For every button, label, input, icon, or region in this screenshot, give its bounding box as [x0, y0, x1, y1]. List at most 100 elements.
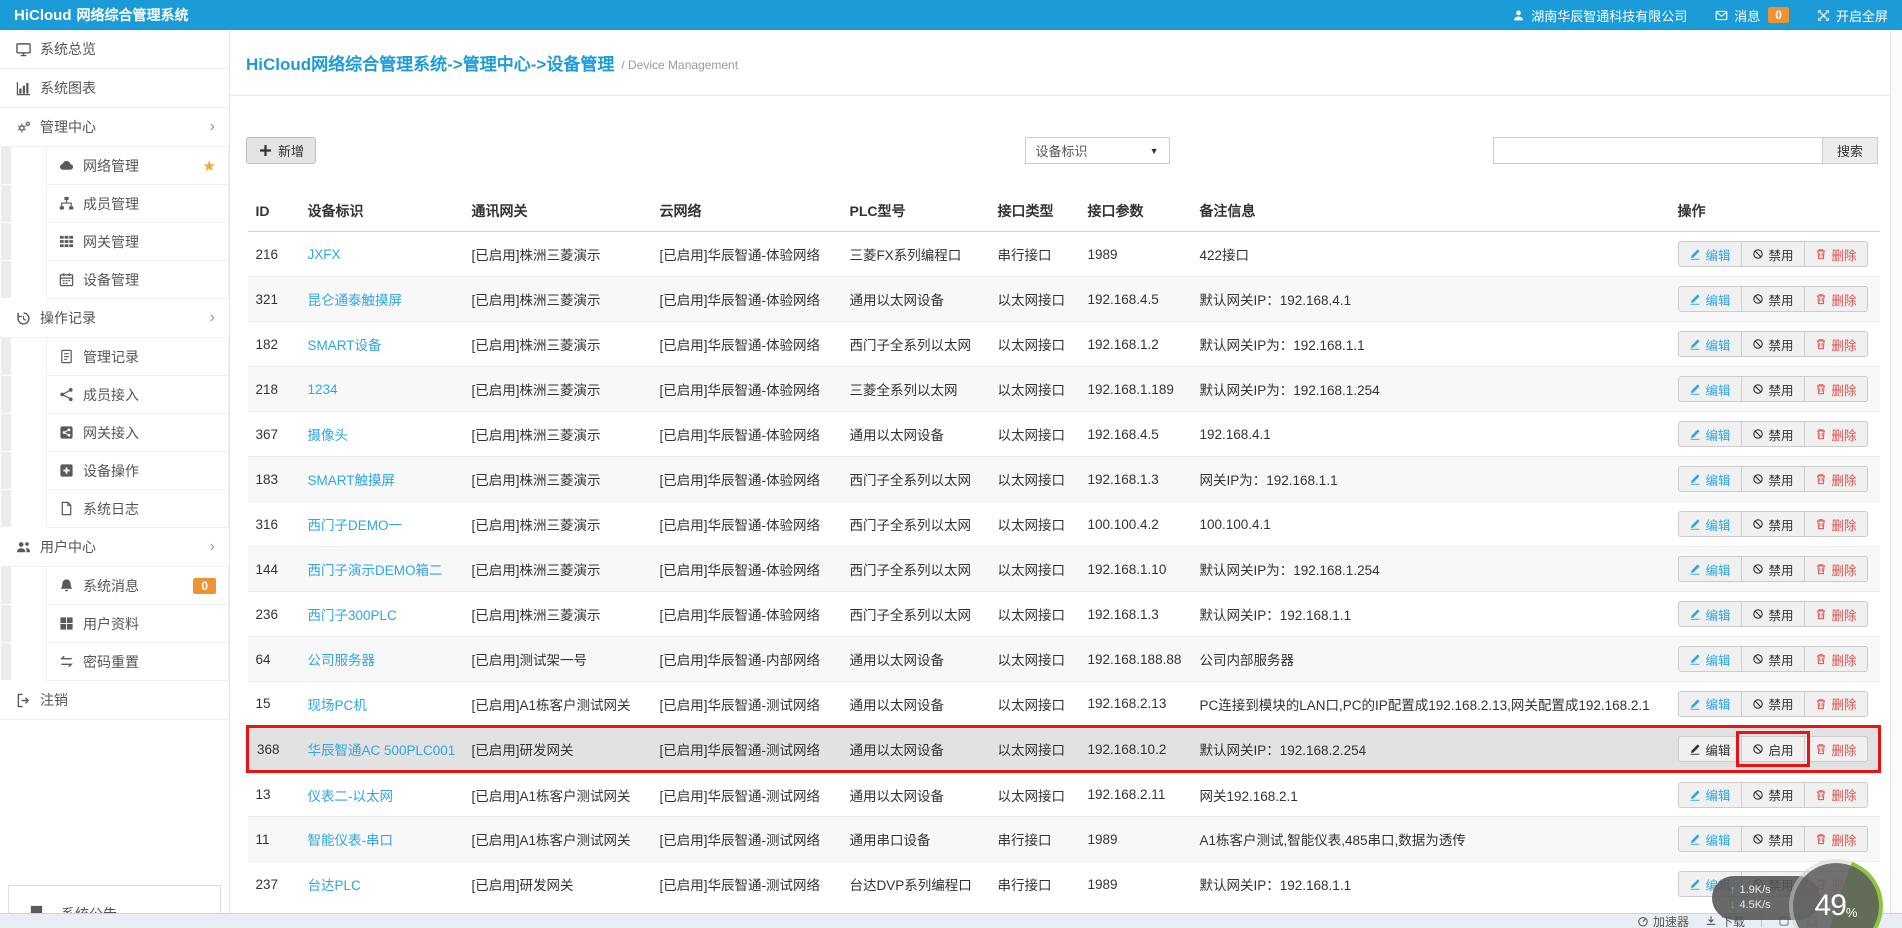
search-input[interactable] — [1492, 137, 1823, 164]
disable-button[interactable]: 禁用 — [1740, 331, 1805, 357]
disable-button[interactable]: 禁用 — [1740, 511, 1805, 537]
sidebar-item-gateway-access[interactable]: 网关接入 — [1, 413, 229, 452]
device-link[interactable]: 1234 — [308, 382, 338, 397]
users-icon — [16, 540, 31, 555]
device-link[interactable]: SMART触摸屏 — [308, 473, 396, 488]
search-field-select[interactable]: 设备标识 ▼ — [1024, 137, 1170, 164]
edit-button[interactable]: 编辑 — [1677, 331, 1742, 357]
delete-button[interactable]: 删除 — [1803, 781, 1868, 808]
sidebar-item-system-charts[interactable]: 系统图表 — [0, 69, 229, 108]
edit-button[interactable]: 编辑 — [1677, 646, 1742, 672]
disable-button[interactable]: 禁用 — [1740, 556, 1805, 582]
sidebar-item-network-management[interactable]: 网络管理 ★ — [1, 146, 229, 185]
device-link[interactable]: 西门子DEMO一 — [308, 518, 403, 533]
device-link[interactable]: 华辰智通AC 500PLC001 — [308, 743, 456, 758]
delete-button[interactable]: 删除 — [1803, 376, 1868, 402]
edit-button[interactable]: 编辑 — [1677, 690, 1742, 717]
cell-actions: 编辑 禁用 删除 — [1669, 816, 1880, 862]
sidebar-item-operation-records[interactable]: 操作记录 › — [0, 299, 229, 338]
device-link[interactable]: 公司服务器 — [308, 653, 376, 668]
search-button[interactable]: 搜索 — [1821, 137, 1878, 164]
delete-button-label: 删除 — [1831, 518, 1857, 533]
delete-button[interactable]: 删除 — [1803, 286, 1868, 312]
edit-button[interactable]: 编辑 — [1677, 511, 1742, 537]
delete-button[interactable]: 删除 — [1803, 241, 1868, 267]
edit-button[interactable]: 编辑 — [1677, 286, 1742, 312]
sidebar-item-password-reset[interactable]: 密码重置 — [1, 642, 229, 681]
disable-button[interactable]: 禁用 — [1740, 826, 1805, 852]
sidebar-item-system-overview[interactable]: 系统总览 — [0, 30, 229, 69]
disable-button[interactable]: 禁用 — [1740, 646, 1805, 672]
device-link[interactable]: 仪表二-以太网 — [308, 789, 394, 804]
cell-device-name: 西门子300PLC — [299, 591, 464, 637]
device-link[interactable]: 智能仪表-串口 — [308, 833, 394, 848]
edit-button[interactable]: 编辑 — [1677, 241, 1742, 267]
statusbar-item-accelerator[interactable]: 加速器 — [1637, 913, 1689, 928]
device-link[interactable]: SMART设备 — [308, 338, 382, 353]
enable-button[interactable]: 启用 — [1735, 731, 1810, 767]
delete-button[interactable]: 删除 — [1803, 646, 1868, 672]
delete-button[interactable]: 删除 — [1803, 331, 1868, 357]
disable-button[interactable]: 禁用 — [1740, 781, 1805, 808]
delete-button[interactable]: 删除 — [1803, 421, 1868, 447]
sidebar-item-management-records[interactable]: 管理记录 — [1, 337, 229, 376]
device-link[interactable]: 台达PLC — [308, 878, 361, 893]
sidebar-item-device-operations[interactable]: 设备操作 — [1, 451, 229, 490]
device-link[interactable]: JXFX — [308, 247, 341, 262]
fullscreen-toggle[interactable]: 开启全屏 — [1817, 6, 1888, 25]
disable-button[interactable]: 禁用 — [1740, 376, 1805, 402]
messages-link[interactable]: 消息 0 — [1715, 6, 1789, 25]
delete-button[interactable]: 删除 — [1803, 601, 1868, 627]
disable-button[interactable]: 禁用 — [1740, 466, 1805, 492]
delete-button[interactable]: 删除 — [1803, 736, 1868, 762]
disable-button-label: 禁用 — [1768, 653, 1794, 668]
sidebar-item-user-center[interactable]: 用户中心 › — [0, 528, 229, 567]
table-row: 183 SMART触摸屏 [已启用]株洲三菱演示 [已启用]华辰智通-体验网络 西门子全… — [247, 456, 1880, 502]
edit-button[interactable]: 编辑 — [1677, 781, 1742, 808]
scrollbar[interactable] — [1890, 30, 1902, 913]
sidebar-item-gateway-management[interactable]: 网关管理 — [1, 222, 229, 261]
edit-button[interactable]: 编辑 — [1677, 556, 1742, 582]
cell-interface-type: 串行接口 — [989, 861, 1080, 907]
delete-button[interactable]: 删除 — [1803, 511, 1868, 537]
disable-button[interactable]: 禁用 — [1740, 286, 1805, 312]
device-link[interactable]: 摄像头 — [308, 428, 349, 443]
disable-button[interactable]: 禁用 — [1740, 690, 1805, 717]
sidebar-item-member-access[interactable]: 成员接入 — [1, 375, 229, 414]
delete-button[interactable]: 删除 — [1803, 826, 1868, 852]
edit-button-label: 编辑 — [1705, 698, 1731, 712]
disable-button[interactable]: 禁用 — [1740, 421, 1805, 447]
delete-button[interactable]: 删除 — [1803, 556, 1868, 582]
sidebar-item-management-center[interactable]: 管理中心 › — [0, 108, 229, 147]
edit-button[interactable]: 编辑 — [1677, 421, 1742, 447]
sidebar-item-system-logs[interactable]: 系统日志 — [1, 489, 229, 528]
device-link[interactable]: 西门子300PLC — [308, 608, 397, 623]
delete-button[interactable]: 删除 — [1803, 690, 1868, 717]
file-icon — [59, 501, 74, 516]
company-account[interactable]: 湖南华辰智通科技有限公司 — [1512, 6, 1687, 25]
edit-button[interactable]: 编辑 — [1677, 826, 1742, 852]
sidebar-item-member-management[interactable]: 成员管理 — [1, 184, 229, 223]
cell-actions: 编辑 禁用 删除 — [1670, 232, 1880, 277]
edit-button[interactable]: 编辑 — [1677, 466, 1742, 492]
trash-icon — [1815, 608, 1827, 620]
sidebar-item-device-management[interactable]: 设备管理 — [1, 260, 229, 299]
edit-button[interactable]: 编辑 — [1677, 376, 1742, 402]
favorite-star-icon[interactable]: ★ — [203, 157, 216, 175]
sidebar-item-system-messages[interactable]: 系统消息 0 — [1, 566, 229, 605]
delete-button[interactable]: 删除 — [1803, 466, 1868, 492]
cell-actions: 编辑 禁用 删除 — [1669, 456, 1880, 502]
device-link[interactable]: 昆仑通泰触摸屏 — [308, 293, 403, 308]
ban-icon — [1752, 383, 1764, 395]
disable-button[interactable]: 禁用 — [1740, 601, 1805, 627]
device-link[interactable]: 西门子演示DEMO箱二 — [308, 563, 443, 578]
cell-interface-type: 串行接口 — [997, 248, 1052, 263]
add-device-button[interactable]: 新增 — [246, 137, 317, 164]
sidebar-item-logout[interactable]: 注销 — [0, 681, 229, 720]
device-link[interactable]: 现场PC机 — [308, 698, 367, 713]
sidebar-item-user-profile[interactable]: 用户资料 — [1, 604, 229, 643]
edit-button[interactable]: 编辑 — [1677, 736, 1742, 762]
disable-button[interactable]: 禁用 — [1740, 241, 1805, 267]
row-action-group: 编辑 禁用 删除 — [1677, 241, 1868, 267]
edit-button[interactable]: 编辑 — [1677, 601, 1742, 627]
